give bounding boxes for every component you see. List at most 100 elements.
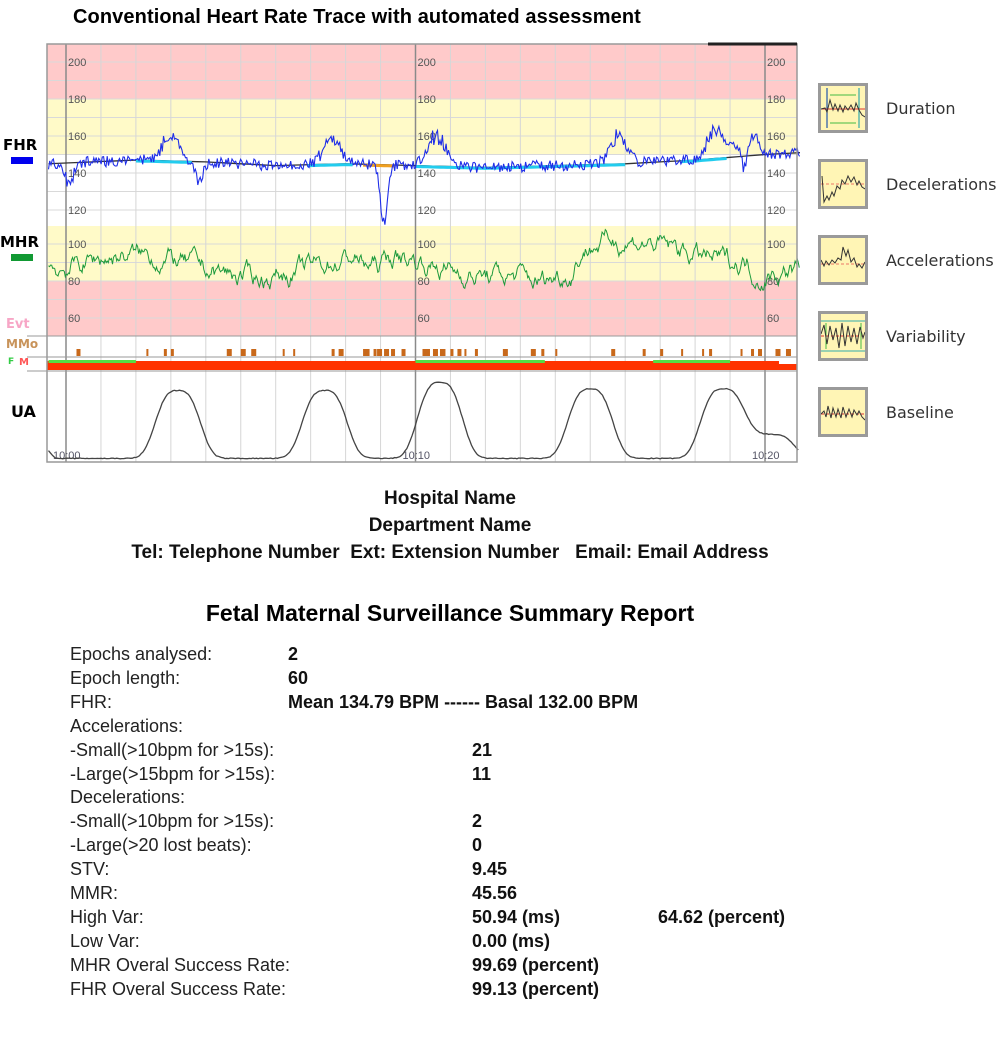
mhr-tick-label: 80 — [418, 276, 430, 288]
report-row-value: 9.45 — [472, 859, 508, 880]
report-row-label: Low Var: — [70, 930, 140, 951]
fhr-tick-label: 160 — [767, 131, 785, 143]
report-row-label: STV: — [70, 859, 110, 880]
mmo-mark — [439, 349, 444, 356]
fhr-tick-label: 200 — [767, 57, 785, 69]
mmo-mark — [384, 349, 390, 356]
mmo-mark — [502, 349, 508, 356]
fhr-tick-label: 120 — [418, 205, 436, 217]
report-row-label: MHR Overal Success Rate: — [70, 954, 291, 975]
department-name: Department Name — [368, 515, 532, 536]
mmo-mark — [146, 349, 149, 356]
legend-item-accelerations: Accelerations — [818, 235, 1004, 291]
report-row-value: 0.00 (ms) — [472, 930, 551, 951]
report-row-value: 21 — [472, 739, 493, 760]
report-row-value: 99.69 (percent) — [472, 954, 600, 975]
fm-green-segment — [415, 360, 545, 363]
mhr-tick-label: 100 — [418, 239, 436, 251]
mmo-mark — [709, 349, 713, 356]
mmo-mark — [758, 349, 763, 356]
mmo-mark — [443, 349, 446, 356]
fhr-tick-label: 200 — [68, 57, 86, 69]
report-row-value: Mean 134.79 BPM ------ Basal 132.00 BPM — [288, 691, 639, 712]
time-tick-label: 10:00 — [53, 450, 81, 462]
mmo-mark — [474, 349, 478, 356]
report-row-value-secondary: 64.62 (percent) — [658, 906, 786, 927]
fhr-tick-label: 200 — [418, 57, 436, 69]
fhr-baseline-segment — [135, 159, 192, 164]
mmo-mark — [464, 349, 467, 356]
legend-item-duration: Duration — [818, 83, 1004, 139]
lower-channels-bg — [47, 336, 797, 462]
accelerations-icon — [818, 235, 868, 285]
report-row-value: 2 — [472, 811, 483, 832]
mmo-mark — [251, 349, 257, 356]
time-tick-label: 10:10 — [403, 450, 431, 462]
mmo-mark — [660, 349, 664, 356]
mmo-mark — [363, 349, 368, 356]
mmo-mark — [163, 349, 167, 356]
mmo-mark — [450, 349, 454, 356]
report-row-label: -Large(>20 lost beats): — [70, 835, 252, 856]
mmo-mark — [702, 349, 705, 356]
mmo-mark — [240, 349, 246, 356]
variability-icon — [818, 311, 868, 361]
report-row-label: Decelerations: — [70, 787, 186, 808]
legend-label: Accelerations — [886, 251, 994, 270]
report-title: Fetal Maternal Surveillance Summary Repo… — [205, 600, 695, 626]
report-row-label: -Small(>10bpm for >15s): — [70, 739, 275, 760]
decelerations-icon — [818, 159, 868, 209]
mmo-mark — [775, 349, 781, 356]
report-row-value: 0 — [472, 835, 483, 856]
mhr-tick-label: 60 — [767, 313, 779, 325]
report-row-label: Epochs analysed: — [70, 644, 213, 664]
fhr-tick-label: 120 — [68, 205, 86, 217]
mmo-mark — [751, 349, 755, 356]
legend-label: Variability — [886, 327, 966, 346]
mmo-mark — [226, 349, 232, 356]
mmo-mark — [401, 349, 406, 356]
legend-item-baseline: Baseline — [818, 387, 1004, 443]
mhr-tick-label: 80 — [68, 276, 80, 288]
report-row-label: -Small(>10bpm for >15s): — [70, 811, 275, 832]
legend-label: Decelerations — [886, 175, 997, 194]
mmo-mark — [740, 349, 743, 356]
mmo-mark — [425, 349, 430, 356]
duration-icon — [818, 83, 868, 133]
legend-label: Duration — [886, 99, 956, 118]
report-row-label: High Var: — [70, 906, 144, 927]
legend-item-decelerations: Decelerations — [818, 159, 1004, 215]
fhr-tick-label: 180 — [418, 94, 436, 106]
report-row-label: Accelerations: — [70, 715, 184, 736]
report-row-label: -Large(>15bpm for >15s): — [70, 763, 276, 784]
legend-item-variability: Variability — [818, 311, 1004, 367]
fhr-yellow-zone — [47, 99, 797, 155]
report-row-value: 50.94 (ms) — [472, 906, 561, 927]
mmo-mark — [338, 349, 344, 356]
mmo-mark — [785, 349, 791, 356]
fhr-tick-label: 120 — [767, 205, 785, 217]
fhr-tick-label: 140 — [418, 168, 436, 180]
mhr-tick-label: 60 — [418, 313, 430, 325]
hospital-name: Hospital Name — [384, 488, 516, 509]
report-row-value: 60 — [288, 667, 309, 688]
mhr-tick-label: 60 — [68, 313, 80, 325]
fhr-red-zone — [47, 44, 797, 99]
mmo-mark — [541, 349, 545, 356]
legend-label: Baseline — [886, 403, 954, 422]
mmo-mark — [76, 349, 81, 356]
report-row-value: 11 — [472, 763, 492, 784]
fm-green-segment — [653, 360, 731, 363]
mhr-red-zone — [47, 281, 797, 336]
mmo-mark — [555, 349, 558, 356]
report-row-label: Epoch length: — [70, 667, 181, 688]
mmo-mark — [391, 349, 396, 356]
zone-bands — [47, 44, 797, 462]
mmo-mark — [642, 349, 646, 356]
fhr-tick-label: 140 — [68, 168, 86, 180]
fhr-tick-label: 160 — [68, 131, 86, 143]
mhr-tick-label: 100 — [68, 239, 86, 251]
mmo-mark — [293, 349, 296, 356]
fhr-tick-label: 180 — [68, 94, 86, 106]
mmo-mark — [331, 349, 335, 356]
